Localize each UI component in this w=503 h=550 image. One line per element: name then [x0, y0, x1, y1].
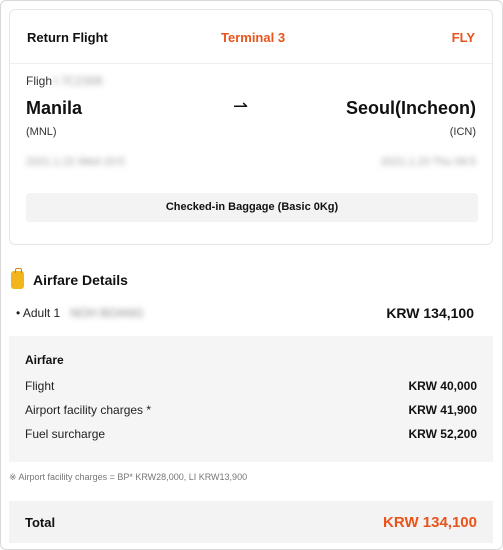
luggage-icon: [11, 268, 24, 289]
departure-datetime: 2021.1.22 Wed 20:5: [26, 156, 125, 168]
total-label: Total: [25, 515, 56, 530]
flight-number-value: t 7C2306: [54, 74, 103, 88]
fare-row-label: Airport facility charges *: [25, 403, 152, 417]
arrival-city: Seoul(Incheon): [346, 98, 476, 118]
airline-tag: FLY: [451, 30, 475, 45]
fare-row-airport-facility: Airport facility charges * KRW 41,900: [25, 403, 477, 419]
departure-city: Manila: [26, 98, 83, 118]
fare-row-label: Fuel surcharge: [25, 427, 106, 441]
flight-direction-title: Return Flight: [27, 30, 108, 45]
section-title: Airfare Details: [33, 272, 128, 288]
passenger-price: KRW 134,100: [386, 305, 474, 321]
fare-row-value: KRW 52,200: [408, 427, 477, 441]
airport-charges-note: ※ Airport facility charges = BP* KRW28,0…: [9, 472, 248, 482]
arrival-datetime: 2021.1.23 Thu 06:5: [380, 156, 476, 168]
route-arrow-icon: ⇀: [233, 96, 249, 116]
arrival-code: (ICN): [449, 126, 476, 138]
fare-row-fuel-surcharge: Fuel surcharge KRW 52,200: [25, 427, 477, 443]
fare-row-label: Flight: [25, 379, 55, 393]
airfare-breakdown: Airfare Flight KRW 40,000 Airport facili…: [9, 336, 493, 462]
fare-row-value: KRW 41,900: [408, 403, 477, 417]
terminal-label: Terminal 3: [221, 30, 286, 45]
flight-label: Fligh: [26, 74, 53, 88]
flight-card-header: Return Flight Terminal 3 FLY: [10, 10, 492, 64]
page-frame: Return Flight Terminal 3 FLY Fligh t 7C23…: [0, 0, 503, 550]
flight-card: Return Flight Terminal 3 FLY Fligh t 7C23…: [9, 9, 493, 245]
total-bar: Total KRW 134,100: [9, 501, 493, 543]
passenger-row: • Adult 1 NOH BOANG: [16, 306, 144, 320]
departure-code: (MNL): [26, 126, 57, 138]
fare-row-flight: Flight KRW 40,000: [25, 379, 477, 395]
flight-number: Fligh t 7C2306: [26, 74, 103, 88]
total-value: KRW 134,100: [383, 514, 477, 531]
breakdown-title: Airfare: [25, 353, 64, 367]
fare-row-value: KRW 40,000: [408, 379, 477, 393]
baggage-info-button[interactable]: Checked-in Baggage (Basic 0Kg): [26, 193, 478, 222]
passenger-name: NOH BOANG: [70, 306, 144, 320]
passenger-label: • Adult 1: [16, 306, 61, 320]
